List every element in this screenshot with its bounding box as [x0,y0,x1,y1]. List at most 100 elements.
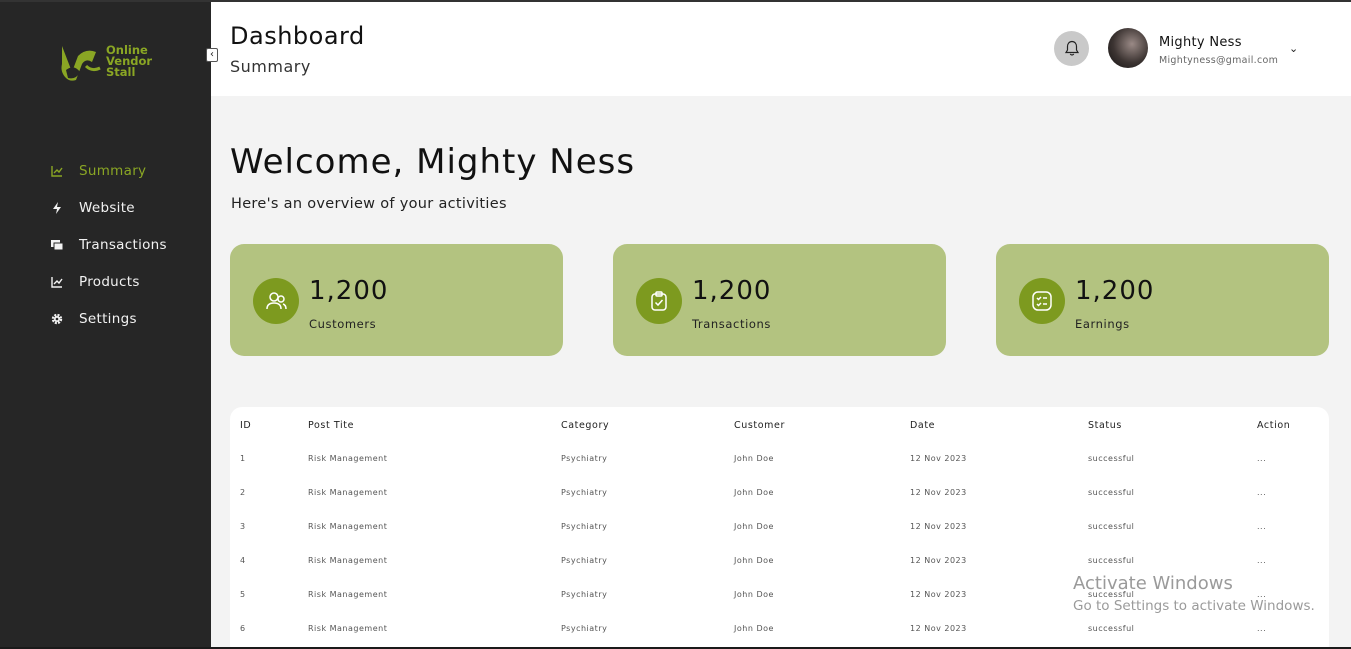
sidebar-collapse-button[interactable]: ‹ [206,48,218,62]
cell-date: 12 Nov 2023 [910,623,967,633]
stat-value: 1,200 [1075,276,1155,306]
table-row[interactable]: 2 Risk Management Psychiatry John Doe 12… [230,475,1329,509]
gear-icon [51,313,63,324]
page-title: Dashboard [230,22,365,50]
avatar[interactable] [1108,28,1148,68]
cell-status: successful [1088,623,1135,633]
windows-activation-subtitle: Go to Settings to activate Windows. [1073,598,1315,614]
stat-card-customers[interactable]: 1,200 Customers [230,244,563,356]
cell-status: successful [1088,555,1135,565]
sidebar-item-label: Settings [79,310,137,327]
logo-mark-icon [61,46,101,81]
table-row[interactable]: 6 Risk Management Psychiatry John Doe 12… [230,611,1329,645]
header: Dashboard Summary Mighty Ness Mightyness… [211,2,1351,96]
bell-icon [1064,40,1079,56]
clipboard-check-icon [651,291,667,311]
cell-id: 5 [240,589,246,599]
cell-category: Psychiatry [561,589,608,599]
cell-customer: John Doe [734,623,774,633]
list-check-icon [1032,291,1052,311]
cell-category: Psychiatry [561,623,608,633]
stat-card-earnings[interactable]: 1,200 Earnings [996,244,1329,356]
cell-id: 4 [240,555,246,565]
cell-date: 12 Nov 2023 [910,521,967,531]
column-header-action[interactable]: Action [1257,407,1329,441]
stat-card-transactions[interactable]: 1,200 Transactions [613,244,946,356]
cell-post-title: Risk Management [308,589,388,599]
cell-category: Psychiatry [561,555,608,565]
cell-date: 12 Nov 2023 [910,589,967,599]
cell-date: 12 Nov 2023 [910,555,967,565]
column-header-status[interactable]: Status [1088,407,1257,441]
bolt-icon [53,201,61,214]
stat-value: 1,200 [309,276,389,306]
cell-customer: John Doe [734,453,774,463]
card-icon-wrap [1019,278,1065,324]
cell-post-title: Risk Management [308,453,388,463]
welcome-heading: Welcome, Mighty Ness [230,142,636,182]
table-row[interactable]: 3 Risk Management Psychiatry John Doe 12… [230,509,1329,543]
table-header-row: ID Post Tite Category Customer Date Stat… [230,407,1329,441]
sidebar-item-settings[interactable]: Settings [0,300,211,337]
cell-id: 1 [240,453,246,463]
sidebar-item-website[interactable]: Website [0,189,211,226]
stat-label: Transactions [692,317,771,331]
row-action-button[interactable]: ... [1257,441,1329,475]
stat-label: Earnings [1075,317,1130,331]
user-menu-chevron-icon[interactable]: ⌄ [1289,42,1298,55]
welcome-subtitle: Here's an overview of your activities [231,196,507,212]
cell-status: successful [1088,487,1135,497]
brand-logo[interactable]: Online Vendor Stall [56,42,166,86]
user-name: Mighty Ness [1159,35,1242,50]
notifications-button[interactable] [1054,31,1089,66]
cards-icon [51,239,63,250]
page-subtitle: Summary [230,57,311,76]
brand-name: Online Vendor Stall [106,43,153,79]
cell-post-title: Risk Management [308,487,388,497]
stat-value: 1,200 [692,276,772,306]
row-action-button[interactable]: ... [1257,543,1329,577]
cell-status: successful [1088,453,1135,463]
column-header-date[interactable]: Date [910,407,1088,441]
cell-id: 6 [240,623,246,633]
cell-date: 12 Nov 2023 [910,487,967,497]
cell-post-title: Risk Management [308,521,388,531]
windows-activation-title: Activate Windows [1073,573,1233,594]
column-header-post-title[interactable]: Post Tite [308,407,561,441]
stat-label: Customers [309,317,377,331]
cell-category: Psychiatry [561,487,608,497]
sidebar-item-transactions[interactable]: Transactions [0,226,211,263]
card-icon-wrap [253,278,299,324]
chart-icon [51,165,63,177]
cell-customer: John Doe [734,555,774,565]
sidebar-item-products[interactable]: Products [0,263,211,300]
cell-id: 2 [240,487,246,497]
column-header-id[interactable]: ID [230,407,308,441]
table-row[interactable]: 4 Risk Management Psychiatry John Doe 12… [230,543,1329,577]
cell-category: Psychiatry [561,521,608,531]
sidebar-item-label: Products [79,273,140,290]
sidebar-item-label: Transactions [79,236,167,253]
users-icon [266,292,287,310]
sidebar-item-label: Summary [79,162,147,179]
cell-id: 3 [240,521,246,531]
sidebar-item-summary[interactable]: Summary [0,152,211,189]
cell-post-title: Risk Management [308,555,388,565]
table-row[interactable]: 1 Risk Management Psychiatry John Doe 12… [230,441,1329,475]
card-icon-wrap [636,278,682,324]
cell-category: Psychiatry [561,453,608,463]
row-action-button[interactable]: ... [1257,475,1329,509]
chart-icon [51,276,63,288]
sidebar: Online Vendor Stall Summary Website Tran… [0,2,211,649]
cell-customer: John Doe [734,487,774,497]
cell-date: 12 Nov 2023 [910,453,967,463]
cell-customer: John Doe [734,521,774,531]
sidebar-nav: Summary Website Transactions Products Se… [0,152,211,337]
row-action-button[interactable]: ... [1257,611,1329,645]
column-header-category[interactable]: Category [561,407,734,441]
column-header-customer[interactable]: Customer [734,407,910,441]
row-action-button[interactable]: ... [1257,509,1329,543]
sidebar-item-label: Website [79,199,135,216]
cell-post-title: Risk Management [308,623,388,633]
cell-status: successful [1088,521,1135,531]
